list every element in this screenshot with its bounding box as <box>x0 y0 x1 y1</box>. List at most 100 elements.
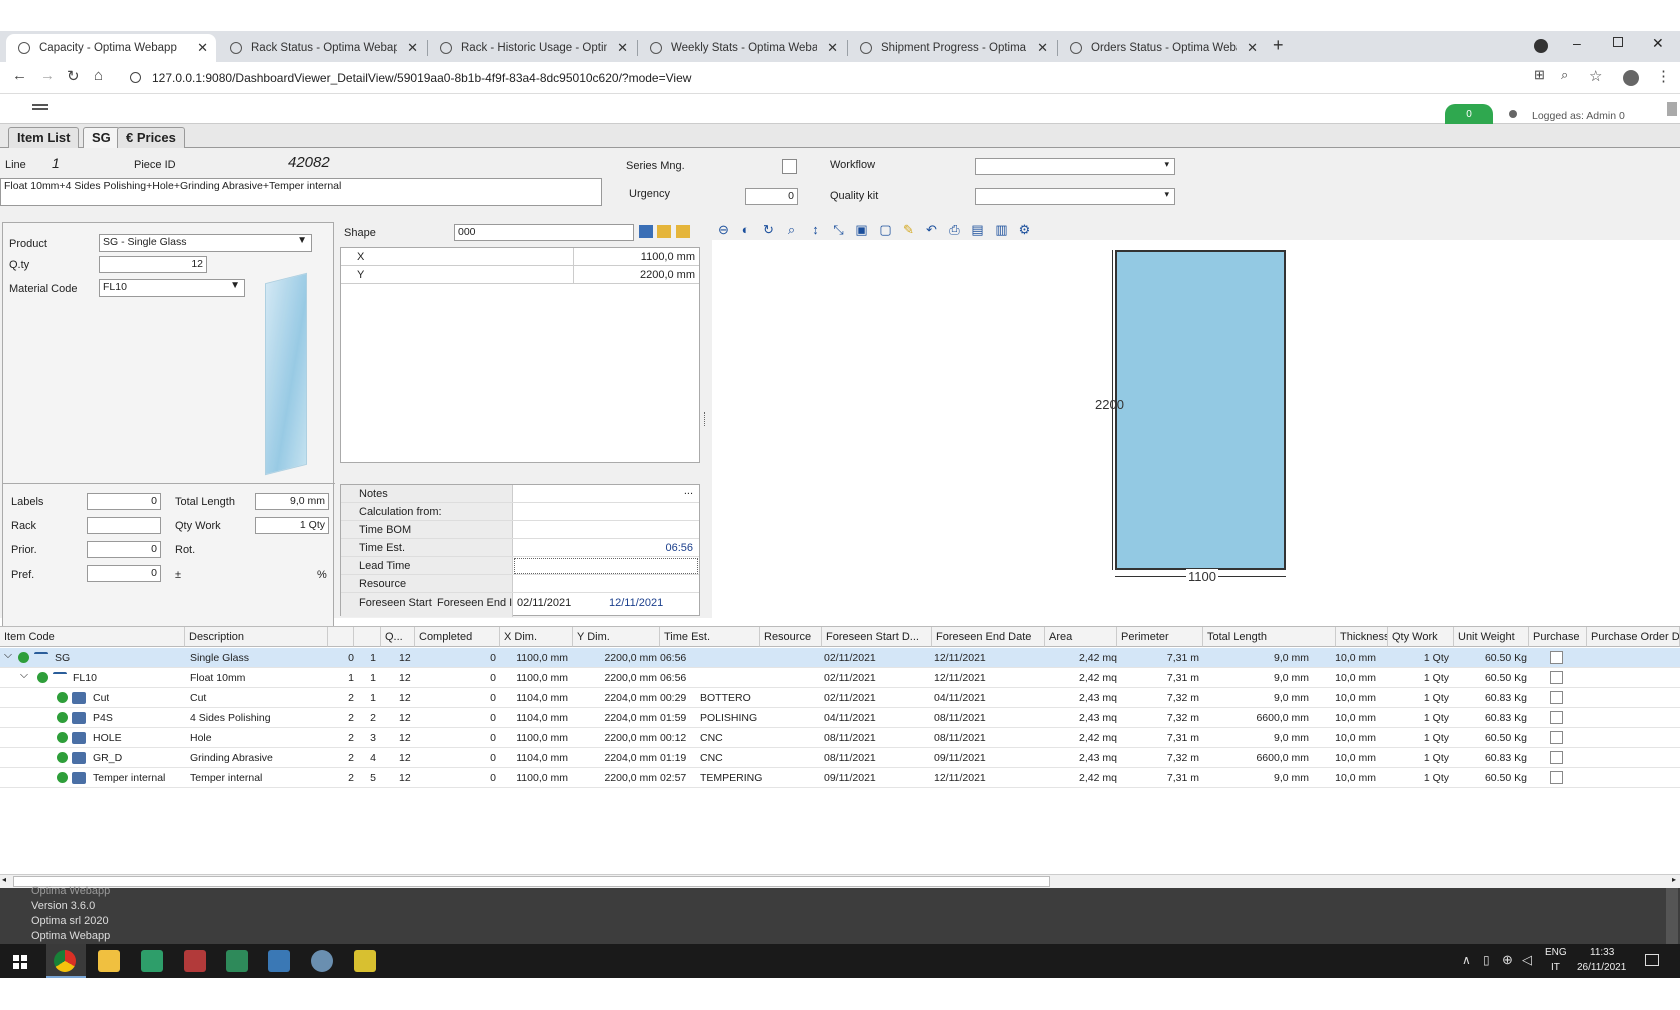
close-icon[interactable]: ✕ <box>827 40 838 56</box>
flip-vertical-icon[interactable]: ⊖ <box>716 222 731 237</box>
frame-icon[interactable]: ▢ <box>878 222 893 237</box>
material-code-select[interactable]: FL10 ▼ <box>99 279 245 297</box>
tab-item-list[interactable]: Item List <box>8 127 80 148</box>
app-icon-1[interactable] <box>141 950 163 972</box>
network-icon[interactable]: ⊕ <box>1502 952 1513 968</box>
close-icon[interactable]: ✕ <box>1247 40 1258 56</box>
column-header[interactable]: Purchase Order D <box>1587 627 1680 647</box>
purchase-checkbox[interactable] <box>1550 751 1563 764</box>
browser-tab[interactable]: Shipment Progress - Optima We✕ <box>848 34 1056 62</box>
column-header[interactable]: Foreseen Start D... <box>822 627 932 647</box>
tab-prices[interactable]: € Prices <box>117 127 185 148</box>
language-indicator[interactable]: ENG <box>1545 947 1567 958</box>
notes-ellipsis-button[interactable]: ... <box>684 485 693 497</box>
flip-horizontal-icon[interactable]: ◐ <box>738 222 753 237</box>
column-header[interactable]: Perimeter <box>1117 627 1203 647</box>
back-icon[interactable]: ← <box>12 67 27 84</box>
close-window-icon[interactable]: ✕ <box>1652 35 1664 52</box>
save-dxf-icon[interactable]: ▤ <box>970 222 985 237</box>
prior-input[interactable]: 0 <box>87 541 161 558</box>
product-select[interactable]: SG - Single Glass ▼ <box>99 234 312 252</box>
column-header[interactable]: Completed <box>415 627 500 647</box>
column-header[interactable]: Qty Work <box>1388 627 1454 647</box>
windows-start-icon[interactable] <box>13 955 27 969</box>
table-row[interactable]: Cut Cut 2 1 12 0 1104,0 mm 2204,0 mm 00:29 BOTTER… <box>0 688 1680 708</box>
description-field[interactable]: Float 10mm+4 Sides Polishing+Hole+Grindi… <box>0 178 602 206</box>
column-header[interactable] <box>328 627 354 647</box>
close-icon[interactable]: ✕ <box>197 40 208 56</box>
workflow-select[interactable]: ▾ <box>975 158 1175 175</box>
app-icon-4[interactable] <box>268 950 290 972</box>
rotate-icon[interactable]: ↻ <box>761 222 776 237</box>
shape-input[interactable]: 000 <box>454 224 634 241</box>
column-header[interactable] <box>354 627 381 647</box>
dxf-export-icon[interactable] <box>676 225 690 238</box>
notifications-icon[interactable] <box>1645 954 1659 966</box>
export-dxf-icon[interactable]: ▥ <box>994 222 1009 237</box>
settings-icon[interactable]: ⚙ <box>1017 222 1032 237</box>
forward-icon[interactable]: → <box>40 67 55 84</box>
close-icon[interactable]: ✕ <box>407 40 418 56</box>
clock-date[interactable]: 26/11/2021 <box>1577 962 1626 973</box>
column-header[interactable]: Time Est. <box>660 627 760 647</box>
reload-icon[interactable]: ↻ <box>67 67 80 85</box>
minimize-icon[interactable]: – <box>1573 35 1581 51</box>
translate-icon[interactable]: ⊞ <box>1534 67 1545 83</box>
hamburger-icon[interactable] <box>32 108 48 110</box>
footer-scrollbar[interactable] <box>1666 888 1678 944</box>
qty-work-input[interactable]: 1 Qty <box>255 517 329 534</box>
tray-chevron-icon[interactable]: ∧ <box>1462 953 1471 967</box>
table-row[interactable]: GR_D Grinding Abrasive 2 4 12 0 1104,0 mm 2204,… <box>0 748 1680 768</box>
lead-time-input[interactable] <box>514 558 698 574</box>
expand-icon[interactable]: ⌵ <box>4 645 12 665</box>
app-icon-5[interactable] <box>311 950 333 972</box>
new-tab-button[interactable]: + <box>1273 35 1284 56</box>
star-icon[interactable]: ☆ <box>1589 67 1602 85</box>
undo-icon[interactable]: ↶ <box>924 222 939 237</box>
column-header[interactable]: Y Dim. <box>573 627 660 647</box>
table-row[interactable]: ⌵ SG Single Glass 0 1 12 0 1100,0 mm 2200,0 mm 06… <box>0 648 1680 668</box>
scroll-right-icon[interactable]: ▸ <box>1672 875 1676 884</box>
labels-input[interactable]: 0 <box>87 493 161 510</box>
pref-input[interactable]: 0 <box>87 565 161 582</box>
rack-input[interactable] <box>87 517 161 534</box>
tab-sg[interactable]: SG <box>83 127 120 148</box>
purchase-checkbox[interactable] <box>1550 691 1563 704</box>
chrome-icon[interactable] <box>54 950 76 972</box>
browser-tab[interactable]: Capacity - Optima Webapp ✕ <box>6 34 216 62</box>
purchase-checkbox[interactable] <box>1550 671 1563 684</box>
foreseen-end-value[interactable]: 12/11/2021 <box>609 597 663 609</box>
quality-kit-select[interactable]: ▾ <box>975 188 1175 205</box>
column-header[interactable]: Q... <box>381 627 415 647</box>
app-icon-6[interactable] <box>354 950 376 972</box>
browser-tab[interactable]: Rack Status - Optima Webapp ✕ <box>218 34 426 62</box>
print-icon[interactable]: ⎙ <box>947 222 962 237</box>
browser-tab[interactable]: Weekly Stats - Optima Webapp ✕ <box>638 34 846 62</box>
profile-icon[interactable] <box>1623 70 1639 86</box>
select-icon[interactable]: ▣ <box>854 222 869 237</box>
table-row[interactable]: HOLE Hole 2 3 12 0 1100,0 mm 2200,0 mm 00:12 CNC 0… <box>0 728 1680 748</box>
column-header[interactable]: Description <box>185 627 328 647</box>
table-row[interactable]: ⌵ FL10 Float 10mm 1 1 12 0 1100,0 mm 2200,0 mm 06… <box>0 668 1680 688</box>
volume-icon[interactable]: ◁ <box>1522 952 1532 968</box>
menu-icon[interactable]: ⋮ <box>1656 67 1671 85</box>
foreseen-start-value[interactable]: 02/11/2021 <box>517 597 571 609</box>
app-icon-2[interactable] <box>184 950 206 972</box>
browser-tab[interactable]: Orders Status - Optima Webapp✕ <box>1058 34 1266 62</box>
column-header[interactable]: Foreseen End Date <box>932 627 1045 647</box>
total-length-input[interactable]: 9,0 mm <box>255 493 329 510</box>
page-scrollbar[interactable] <box>1667 102 1677 116</box>
column-header[interactable]: Resource <box>760 627 822 647</box>
urgency-input[interactable]: 0 <box>745 188 798 205</box>
tray-icon[interactable]: ▯ <box>1483 953 1490 967</box>
close-icon[interactable]: ✕ <box>617 40 628 56</box>
tab-search-icon[interactable] <box>1534 39 1548 53</box>
column-header[interactable]: Purchase <box>1529 627 1587 647</box>
column-header[interactable]: Unit Weight <box>1454 627 1529 647</box>
purchase-checkbox[interactable] <box>1550 731 1563 744</box>
file-explorer-icon[interactable] <box>98 950 120 972</box>
column-header[interactable]: Total Length <box>1203 627 1336 647</box>
column-header[interactable]: Area <box>1045 627 1117 647</box>
purchase-checkbox[interactable] <box>1550 711 1563 724</box>
zoom-icon[interactable]: ⌕ <box>1561 67 1568 83</box>
